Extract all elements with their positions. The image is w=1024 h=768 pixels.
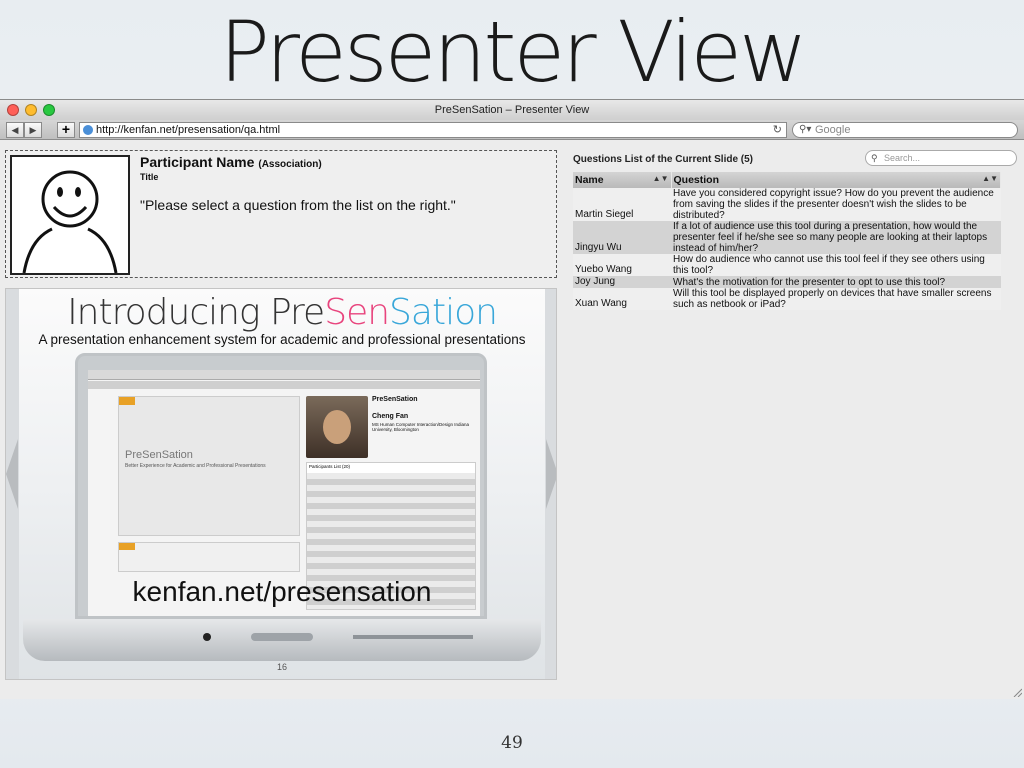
presenter-photo [306,396,368,458]
question-text: How do audience who cannot use this tool… [671,254,1001,276]
question-text: What's the motivation for the presenter … [671,276,1001,288]
window-controls [7,104,55,116]
mini-slide-area: PreSenSation Better Experience for Acade… [118,396,300,536]
browser-window: PreSenSation – Presenter View ◀ ▶ + http… [0,99,1024,699]
mini-tab [119,397,135,405]
search-icon: ⚲ [871,153,878,163]
participant-name: Participant Name (Association) [140,154,322,170]
browser-toolbar: ◀ ▶ + http://kenfan.net/presensation/qa.… [0,120,1024,140]
table-row[interactable]: Joy Jung What's the motivation for the p… [573,276,1001,288]
previous-slide-icon[interactable] [6,439,20,509]
next-slide-icon[interactable] [545,439,557,509]
mini-toolbar [88,381,480,389]
forward-arrow-icon: ▶ [29,125,37,135]
plus-icon: + [61,121,71,137]
questions-heading: Questions List of the Current Slide (5) [573,154,754,165]
table-row[interactable]: Xuan Wang Will this tool be displayed pr… [573,288,1001,310]
avatar [10,155,130,275]
mini-presenter-info: PreSenSation Cheng Fan MS Human Computer… [372,396,476,432]
address-bar[interactable]: http://kenfan.net/presensation/qa.html ↻ [79,122,787,138]
preview-url: kenfan.net/presensation [132,576,432,607]
mini-tab-2 [119,543,135,550]
laptop-latch [251,633,313,641]
forward-button[interactable]: ▶ [24,122,42,138]
participant-panel: Participant Name (Association) Title "Ple… [5,150,557,278]
mini-tagline: Better Experience for Academic and Profe… [125,463,266,469]
minimize-button[interactable] [25,104,37,116]
add-bookmark-button[interactable]: + [57,122,75,138]
mini-list-title: Participants List (20) [309,464,351,469]
person-sketch-icon [22,170,118,274]
mini-brand: PreSenSation [125,449,193,461]
mini-brand-2: PreSenSation [372,396,418,403]
sort-icon: ▲▼ [982,174,998,183]
back-button[interactable]: ◀ [6,122,24,138]
laptop-vent [353,635,473,639]
heading-part-2: Sen [324,292,390,333]
table-row[interactable]: Martin Siegel Have you considered copyri… [573,188,1001,221]
laptop-base [23,619,541,661]
globe-icon [83,125,93,135]
table-row[interactable]: Jingyu Wu If a lot of audience use this … [573,221,1001,254]
slide-title: Presenter View [219,3,807,101]
sort-icon: ▲▼ [652,174,669,183]
back-arrow-icon: ◀ [11,125,19,135]
question-header-label: Question [673,174,720,186]
question-column-header[interactable]: Question ▲▼ [671,172,1001,188]
slide-preview: Introducing PreSenSation A presentation … [5,288,557,680]
preview-heading: Introducing PreSenSation [19,292,545,333]
slide-image: Introducing PreSenSation A presentation … [19,289,545,679]
participant-name-text: Participant Name [140,154,255,170]
close-button[interactable] [7,104,19,116]
question-author: Yuebo Wang [573,254,671,276]
slide-page-number: 49 [501,733,523,753]
question-author: Jingyu Wu [573,221,671,254]
heading-part-3: Sation [389,292,498,333]
mini-titlebar [88,370,480,380]
heading-part-1: Introducing Pre [67,292,325,333]
mini-face [323,410,351,444]
questions-search-input[interactable]: ⚲ Search... [865,150,1017,166]
preview-page-number: 16 [276,662,287,672]
mini-presenter-detail: MS Human Computer Interaction/Design Ind… [372,422,470,432]
name-header-label: Name [575,174,604,186]
mini-comment-box [118,542,300,572]
window-title: PreSenSation – Presenter View [434,104,590,116]
zoom-button[interactable] [43,104,55,116]
search-icon: ⚲▾ [799,124,812,135]
mini-presenter-name: Cheng Fan [372,413,409,420]
question-author: Joy Jung [573,276,671,288]
url-text: http://kenfan.net/presensation/qa.html [96,124,281,136]
table-header-row: Name ▲▼ Question ▲▼ [573,172,1001,188]
name-column-header[interactable]: Name ▲▼ [573,172,672,188]
questions-search-placeholder: Search... [884,153,921,163]
preview-subtitle: A presentation enhancement system for ac… [38,332,526,347]
question-author: Xuan Wang [573,288,671,310]
selection-prompt: "Please select a question from the list … [140,197,456,213]
question-text: If a lot of audience use this tool durin… [671,221,1001,254]
table-row[interactable]: Yuebo Wang How do audience who cannot us… [573,254,1001,276]
question-text: Will this tool be displayed properly on … [671,288,1001,310]
web-search-field[interactable]: ⚲▾ Google [792,122,1018,138]
question-text: Have you considered copyright issue? How… [671,188,1001,221]
participant-title: Title [140,172,159,182]
laptop-indicator-icon [203,633,211,641]
questions-table: Name ▲▼ Question ▲▼ Martin Siegel Have you… [573,172,1001,310]
reload-icon[interactable]: ↻ [773,123,782,137]
mini-brand-text: PreSenSation [125,449,193,461]
participant-association: (Association) [258,159,322,170]
resize-grip-icon[interactable] [1012,687,1022,697]
nav-buttons: ◀ ▶ [6,122,42,138]
web-search-placeholder: Google [815,124,851,136]
window-titlebar: PreSenSation – Presenter View [0,100,1024,120]
question-author: Martin Siegel [573,188,671,221]
